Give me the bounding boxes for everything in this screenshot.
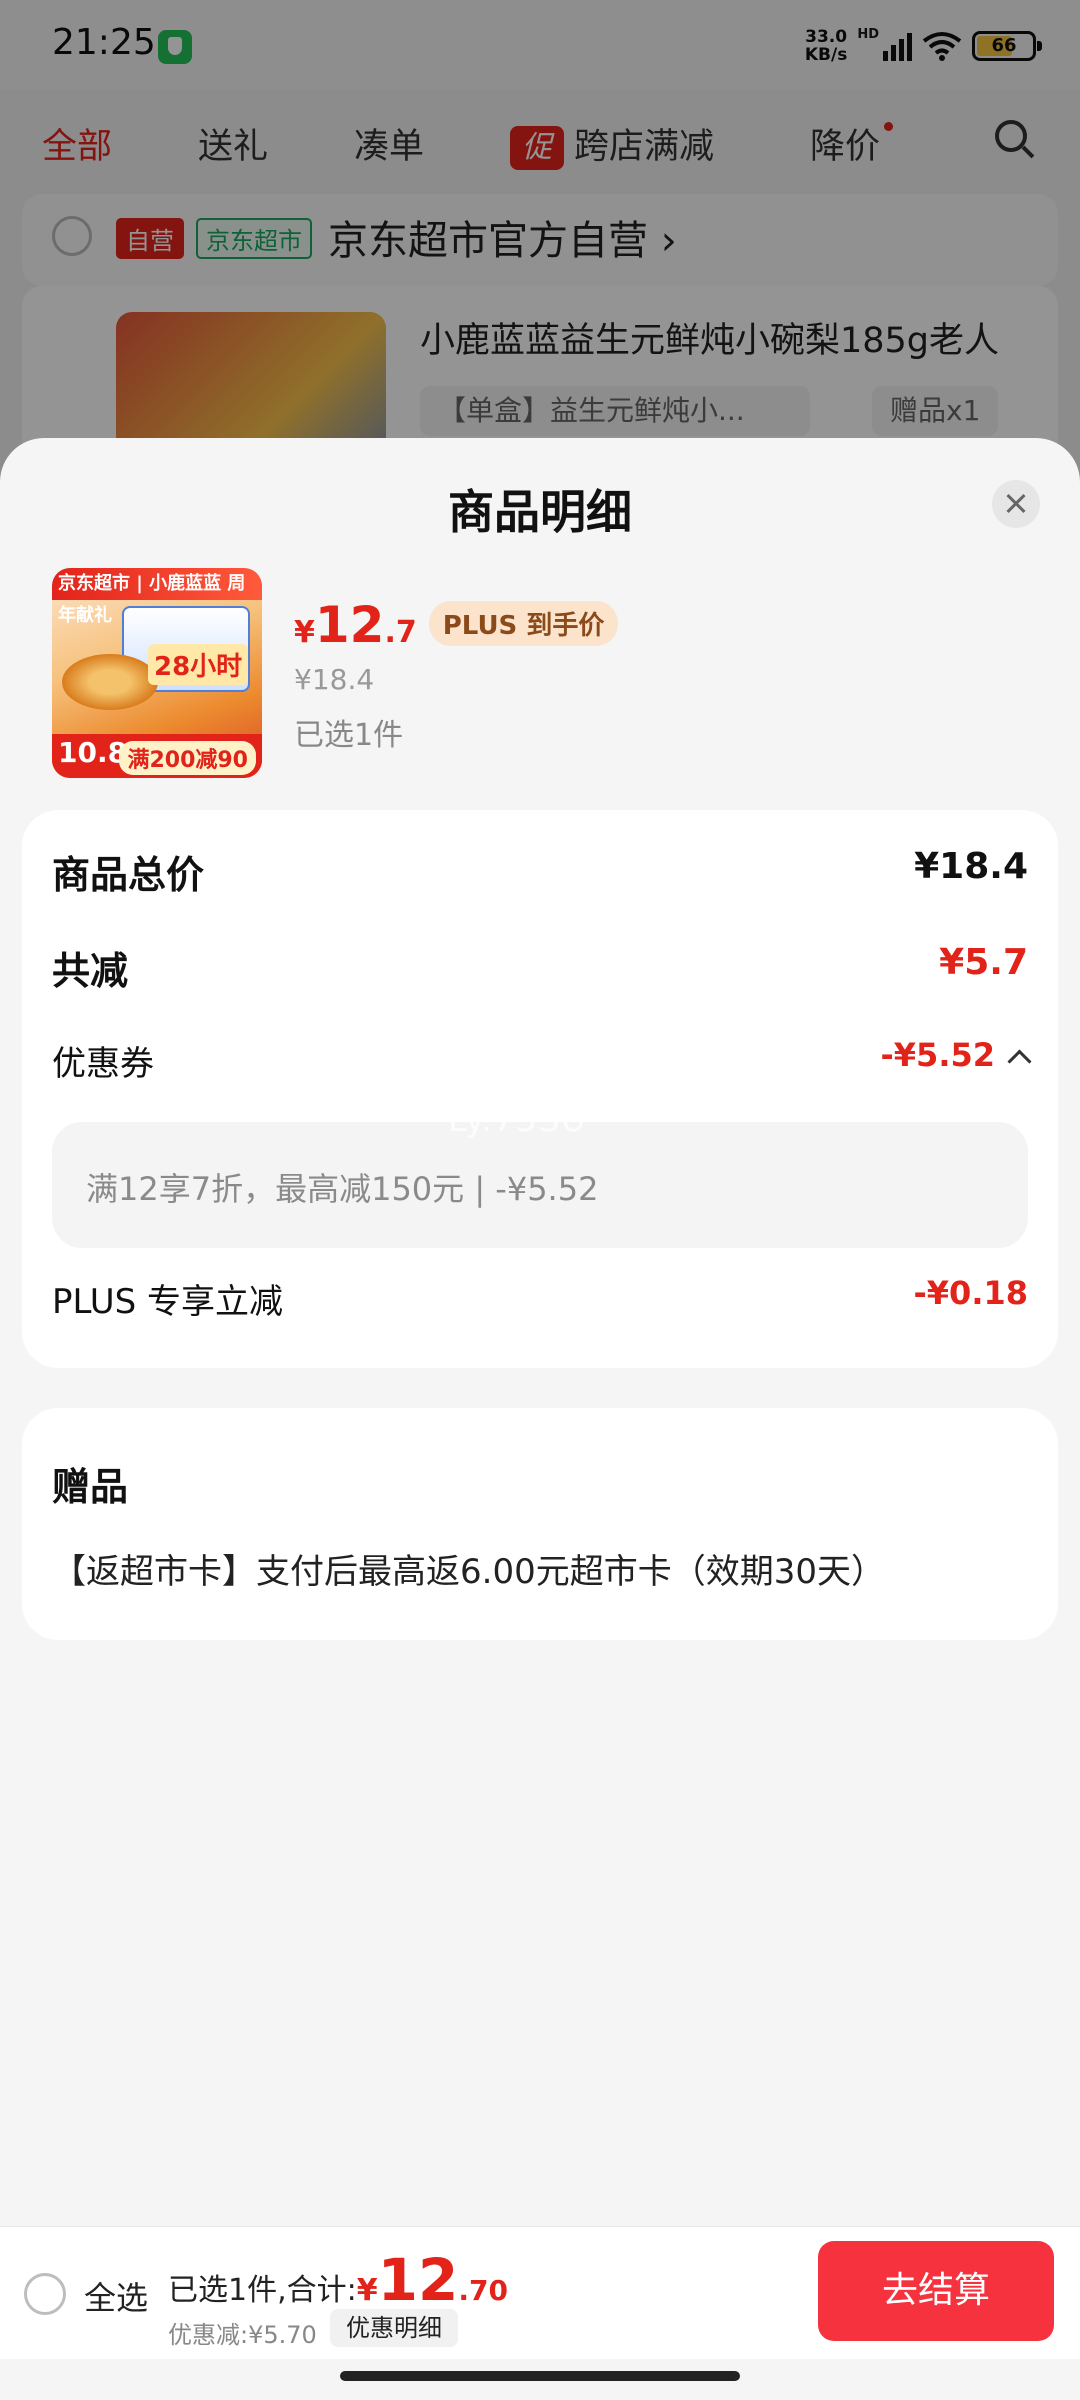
gift-title: 赠品 bbox=[52, 1465, 129, 1509]
price-decimal: .7 bbox=[384, 615, 417, 650]
plus-price-badge: PLUS 到手价 bbox=[428, 601, 619, 646]
total-price-value: ¥18.4 bbox=[914, 846, 1028, 887]
selected-count: 已选1件 bbox=[294, 718, 404, 753]
total-symbol: ¥ bbox=[356, 2273, 378, 2308]
plus-discount-label: PLUS 专享立减 bbox=[52, 1282, 284, 1322]
coupon-value: -¥5.52 bbox=[880, 1036, 996, 1074]
product-image-tagbar: 10.8 满200减90 bbox=[52, 734, 262, 778]
close-button[interactable] bbox=[992, 480, 1040, 528]
total-integer: 12 bbox=[377, 2246, 459, 2314]
product-image: 京东超市 | 小鹿蓝蓝 周年献礼 28小时 10.8 满200减90 bbox=[52, 568, 262, 778]
checkout-button[interactable]: 去结算 bbox=[818, 2241, 1054, 2341]
original-price: ¥18.4 bbox=[294, 663, 375, 696]
product-image-brand: 京东超市 | 小鹿蓝蓝 周年献礼 bbox=[52, 568, 262, 626]
coupon-label: 优惠券 bbox=[52, 1044, 154, 1084]
watermark: Ly.75SU bbox=[448, 1100, 587, 1140]
coupon-detail-box: 满12享7折，最高减150元 | -¥5.52 bbox=[52, 1122, 1028, 1248]
discount-detail-button[interactable]: 优惠明细 bbox=[330, 2309, 458, 2347]
plus-price: ¥ 12 .7 PLUS 到手价 bbox=[294, 596, 619, 654]
product-detail-sheet: 商品明细 京东超市 | 小鹿蓝蓝 周年献礼 28小时 10.8 满200减90 … bbox=[0, 438, 1080, 2400]
coupon-toggle[interactable]: -¥5.52 bbox=[880, 1036, 1032, 1074]
product-image-hours: 28小时 bbox=[148, 644, 249, 685]
product-image-promo: 满200减90 bbox=[119, 741, 256, 775]
select-all-label[interactable]: 全选 bbox=[84, 2273, 148, 2319]
gift-description: 【返超市卡】支付后最高返6.00元超市卡（效期30天） bbox=[52, 1552, 885, 1592]
discount-summary: 优惠减:¥5.70 bbox=[168, 2321, 317, 2349]
select-all-radio[interactable] bbox=[24, 2273, 66, 2315]
product-image-price: 10.8 bbox=[58, 736, 128, 769]
checkout-bar: 全选 已选1件,合计: ¥ 12 .70 优惠减:¥5.70 优惠明细 去结算 bbox=[0, 2226, 1080, 2359]
plus-discount-value: -¥0.18 bbox=[913, 1274, 1029, 1312]
total-prefix: 已选1件,合计: bbox=[168, 2273, 357, 2308]
coupon-detail-text: 满12享7折，最高减150元 | -¥5.52 bbox=[86, 1170, 599, 1208]
price-integer: 12 bbox=[314, 596, 385, 654]
total-price-label: 商品总价 bbox=[52, 853, 205, 897]
total-reduce-value: ¥5.7 bbox=[939, 942, 1028, 983]
home-indicator[interactable] bbox=[340, 2371, 740, 2381]
price-summary-card: 商品总价 ¥18.4 共减 ¥5.7 优惠券 -¥5.52 满12享7折，最高减… bbox=[22, 810, 1058, 1368]
total-decimal: .70 bbox=[458, 2274, 508, 2307]
gift-card: 赠品 【返超市卡】支付后最高返6.00元超市卡（效期30天） bbox=[22, 1408, 1058, 1640]
product-bowl-graphic bbox=[62, 654, 158, 710]
total-amount: 已选1件,合计: ¥ 12 .70 bbox=[168, 2251, 508, 2309]
chevron-up-icon bbox=[1007, 1049, 1032, 1074]
total-reduce-label: 共减 bbox=[52, 949, 129, 993]
sheet-title: 商品明细 bbox=[448, 485, 632, 539]
price-symbol: ¥ bbox=[294, 615, 315, 650]
